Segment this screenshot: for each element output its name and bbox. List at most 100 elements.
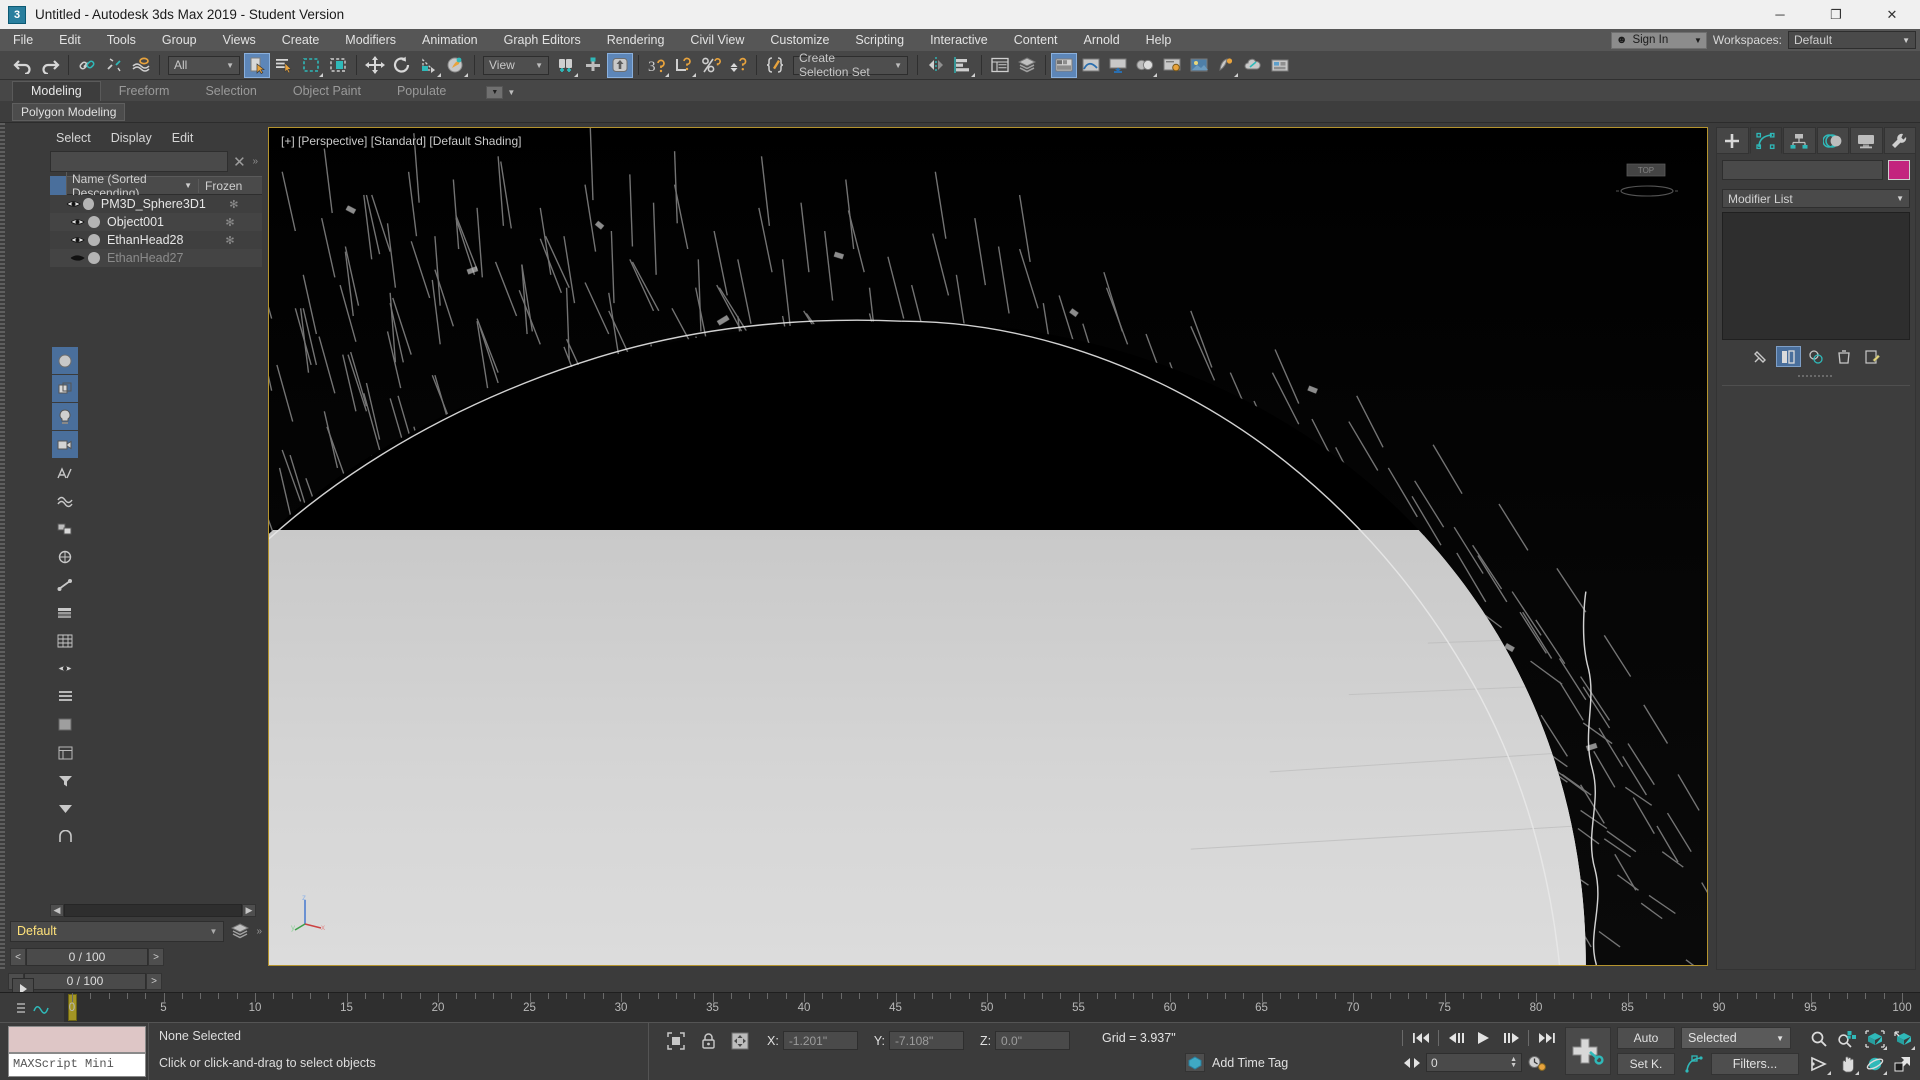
menu-customize[interactable]: Customize (757, 29, 842, 51)
open-autodesk-a360-icon[interactable] (1267, 53, 1293, 78)
select-and-move-icon[interactable] (362, 53, 388, 78)
render-in-cloud-icon[interactable] (1240, 53, 1266, 78)
rectangular-selection-region-icon[interactable] (298, 53, 324, 78)
zoom-all-icon[interactable] (1833, 1027, 1860, 1051)
filter-icon[interactable] (52, 767, 78, 794)
maxscript-listener[interactable]: MAXScript Mini (0, 1023, 148, 1080)
pin-stack-icon[interactable] (1748, 346, 1773, 367)
ruler-track[interactable]: 0 5 10 15 20 25 30 35 40 45 50 55 60 65 70 75 80 85 90 95 10… (64, 993, 1920, 1022)
menu-interactive[interactable]: Interactive (917, 29, 1001, 51)
tab-object-paint[interactable]: Object Paint (275, 81, 379, 101)
display-grid-icon[interactable] (52, 627, 78, 654)
scroll-track[interactable] (64, 904, 242, 917)
motion-tab[interactable] (1816, 127, 1849, 154)
select-all-objects-icon[interactable] (52, 347, 78, 374)
select-space-warps-icon[interactable] (52, 487, 78, 514)
go-to-start-icon[interactable] (1408, 1027, 1433, 1048)
blank-panel-icon[interactable] (52, 711, 78, 738)
frame-counter-field[interactable]: 0 / 100 (26, 948, 148, 966)
render-production-icon[interactable] (1213, 53, 1239, 78)
window-crossing-toggle-icon[interactable] (325, 53, 351, 78)
menu-views[interactable]: Views (210, 29, 269, 51)
column-settings-icon[interactable] (52, 739, 78, 766)
panel-polygon-modeling[interactable]: Polygon Modeling (12, 102, 126, 121)
menu-animation[interactable]: Animation (409, 29, 491, 51)
snaps-toggle-icon[interactable] (607, 52, 633, 78)
scroll-right-arrow[interactable]: ▶ (242, 904, 256, 917)
explorer-menu-select[interactable]: Select (56, 131, 91, 145)
modifier-stack[interactable] (1722, 212, 1910, 340)
menu-tools[interactable]: Tools (94, 29, 149, 51)
y-input[interactable]: -7.108" (888, 1031, 964, 1050)
orbit-icon[interactable] (1861, 1052, 1888, 1076)
tab-modeling[interactable]: Modeling (12, 81, 101, 101)
select-and-scale-icon[interactable] (416, 53, 442, 78)
chevron-right-icon[interactable]: » (256, 926, 262, 937)
make-unique-icon[interactable] (1804, 346, 1829, 367)
table-row[interactable]: PM3D_Sphere3D1 ✻ (50, 195, 262, 213)
previous-frame-button[interactable]: < (10, 948, 26, 966)
field-of-view-icon[interactable] (1805, 1052, 1832, 1076)
menu-civil-view[interactable]: Civil View (677, 29, 757, 51)
object-color-swatch[interactable] (1888, 160, 1910, 180)
tab-selection[interactable]: Selection (187, 81, 274, 101)
frozen-toggle-icon[interactable]: ✻ (206, 198, 262, 211)
modify-tab[interactable] (1749, 127, 1782, 154)
play-icon[interactable] (1471, 1027, 1496, 1048)
zoom-icon[interactable] (1805, 1027, 1832, 1051)
render-setup-icon[interactable] (1159, 53, 1185, 78)
menu-scripting[interactable]: Scripting (842, 29, 917, 51)
freeze-icon[interactable] (52, 823, 78, 850)
display-tab[interactable] (1850, 127, 1883, 154)
view-cube[interactable]: TOP (1615, 158, 1679, 207)
select-lights-icon[interactable] (52, 403, 78, 430)
select-and-rotate-icon[interactable] (389, 53, 415, 78)
tab-populate[interactable]: Populate (379, 81, 464, 101)
layer-select[interactable]: Default ▼ (10, 920, 225, 942)
show-end-result-icon[interactable] (1775, 346, 1801, 367)
workspace-select[interactable]: Default ▼ (1788, 31, 1916, 49)
search-input[interactable] (50, 151, 229, 172)
edit-named-selection-sets-icon[interactable] (762, 53, 788, 78)
angle-snap-3d-icon[interactable]: 3 (644, 53, 670, 78)
timeline-frame-field[interactable]: 0 / 100 (24, 972, 146, 990)
add-time-tag-area[interactable]: Add Time Tag (1185, 1053, 1288, 1072)
spinner-icon[interactable]: ▲ ▼ (1510, 1056, 1517, 1069)
menu-rendering[interactable]: Rendering (594, 29, 678, 51)
curve-editor-icon[interactable] (1078, 53, 1104, 78)
spinner-snap-toggle-icon[interactable] (725, 53, 751, 78)
next-frame-button[interactable]: > (148, 948, 164, 966)
percent-snap-toggle-icon[interactable] (698, 53, 724, 78)
menu-help[interactable]: Help (1133, 29, 1185, 51)
key-mode-toggle-icon[interactable] (1399, 1052, 1424, 1073)
x-input[interactable]: -1.201" (782, 1031, 858, 1050)
explorer-horizontal-scrollbar[interactable]: ◀ ▶ (50, 903, 256, 918)
time-configuration-icon[interactable] (1524, 1052, 1549, 1073)
chevron-right-icon[interactable]: » (250, 156, 258, 167)
angle-snap-toggle-icon[interactable] (671, 53, 697, 78)
viewport-label[interactable]: [+] [Perspective] [Standard] [Default Sh… (281, 134, 521, 148)
frozen-toggle-icon[interactable]: ✻ (198, 216, 262, 229)
frozen-toggle-icon[interactable]: ✻ (198, 234, 262, 247)
select-and-link-icon[interactable] (74, 53, 100, 78)
create-tab[interactable] (1716, 127, 1749, 154)
sort-list-icon[interactable] (52, 683, 78, 710)
filter-down-icon[interactable] (52, 795, 78, 822)
undo-icon[interactable] (10, 53, 36, 78)
zoom-region-icon[interactable] (1889, 1027, 1916, 1051)
toggle-scene-explorer-icon[interactable] (987, 53, 1013, 78)
maxscript-output-pane[interactable] (8, 1026, 146, 1053)
dock-handle[interactable] (0, 123, 5, 970)
toggle-visibility-icon[interactable] (52, 655, 78, 682)
visibility-eye-icon[interactable] (66, 217, 88, 227)
perspective-viewport[interactable]: [+] [Perspective] [Standard] [Default Sh… (268, 127, 1708, 966)
configure-modifier-sets-icon[interactable] (1860, 346, 1885, 367)
track-bar-icons[interactable] (0, 993, 64, 1022)
rendered-frame-window-icon[interactable] (1186, 53, 1212, 78)
select-by-name-icon[interactable] (271, 53, 297, 78)
header-select-cell[interactable] (50, 176, 66, 195)
select-object-icon[interactable] (244, 52, 270, 78)
mirror-icon[interactable] (923, 53, 949, 78)
time-tag-icon[interactable] (1185, 1053, 1205, 1072)
header-frozen[interactable]: Frozen (198, 178, 262, 193)
